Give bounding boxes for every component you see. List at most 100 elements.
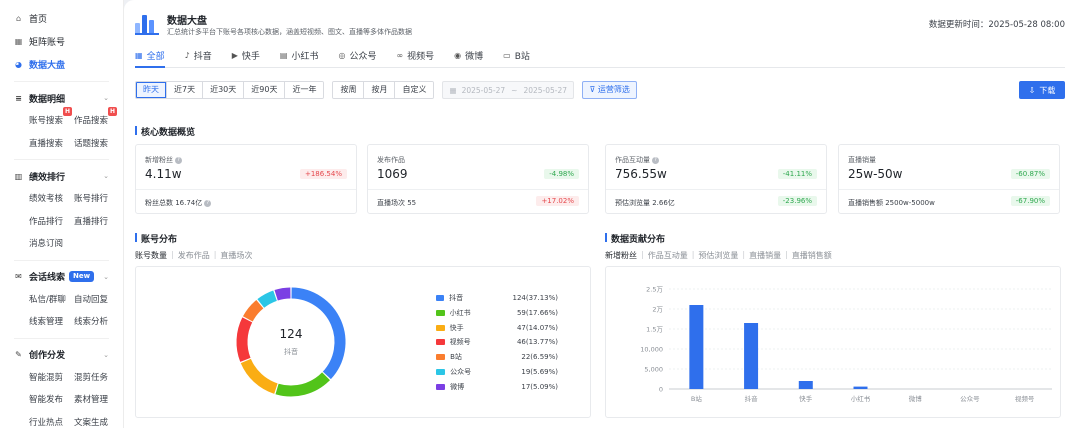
subtab-1[interactable]: 发布作品 bbox=[178, 250, 210, 261]
legend-name: B站 bbox=[450, 353, 462, 362]
filter-bar: 昨天 近7天 近30天 近90天 近一年 按周 按月 自定义 ▦ 2025-05-27 ~ … bbox=[135, 81, 1065, 99]
tab-4[interactable]: ◎ 公众号 bbox=[338, 44, 376, 67]
tab-1[interactable]: ♪ 抖音 bbox=[185, 44, 212, 67]
granularity-button-0[interactable]: 按周 bbox=[333, 82, 365, 98]
contrib-subtabs: 新增粉丝 | 作品互动量 | 预估浏览量 | 直播销量 | 直播销售额 bbox=[605, 250, 832, 261]
donut-slice-快手[interactable] bbox=[240, 358, 278, 394]
legend-item[interactable]: 微博 17(5.09%) bbox=[436, 382, 558, 392]
sidebar-item-1[interactable]: ▦ 矩阵账号 bbox=[0, 30, 123, 53]
sidebar-group-3[interactable]: ✎ 创作分发 ⌄ bbox=[0, 344, 123, 366]
tab-6[interactable]: ◉ 微博 bbox=[454, 44, 483, 67]
legend-value: 59(17.66%) bbox=[516, 308, 558, 317]
legend-item[interactable]: 抖音 124(37.13%) bbox=[436, 293, 558, 303]
sidebar-subitem[interactable]: 绩效考核 bbox=[29, 192, 74, 204]
subtab-3[interactable]: 直播销量 bbox=[749, 250, 781, 261]
subtab-2[interactable]: 直播场次 bbox=[220, 250, 252, 261]
bar-快手[interactable] bbox=[798, 381, 813, 389]
sidebar-group-0[interactable]: ≡ 数据明细 ⌄ bbox=[0, 87, 123, 109]
legend-item[interactable]: B站 22(6.59%) bbox=[436, 352, 558, 362]
range-button-3[interactable]: 近90天 bbox=[244, 82, 286, 98]
legend-name: 微博 bbox=[450, 382, 465, 391]
sidebar-divider bbox=[14, 259, 109, 261]
range-button-2[interactable]: 近30天 bbox=[203, 82, 245, 98]
sidebar-group-1[interactable]: ▥ 绩效排行 ⌄ bbox=[0, 165, 123, 187]
sidebar-subitem-label: 绩效考核 bbox=[29, 194, 64, 205]
range-button-0[interactable]: 昨天 bbox=[136, 82, 167, 98]
sidebar-subitem[interactable]: 话题搜索 bbox=[74, 137, 119, 149]
subtab-4[interactable]: 直播销售额 bbox=[792, 250, 832, 261]
subtab-2[interactable]: 预估浏览量 bbox=[698, 250, 738, 261]
donut-slice-B站[interactable] bbox=[242, 299, 264, 322]
metric-card: 发布作品 1069 -4.98% 直播场次 55 +17.02% bbox=[367, 144, 589, 214]
sidebar-subitem[interactable]: 直播搜索 bbox=[29, 137, 74, 149]
sidebar-item-2[interactable]: ◕ 数据大盘 bbox=[0, 53, 123, 76]
legend-item[interactable]: 视频号 46(13.77%) bbox=[436, 337, 558, 347]
metric-value: 756.55w bbox=[615, 167, 667, 181]
legend-item[interactable]: 小红书 59(17.66%) bbox=[436, 308, 558, 318]
sidebar-subitem[interactable]: 作品搜索 H bbox=[74, 107, 119, 126]
legend-swatch bbox=[436, 354, 446, 361]
sidebar-subitem[interactable]: 素材管理 bbox=[74, 393, 119, 405]
help-icon[interactable]: ? bbox=[652, 156, 659, 164]
sidebar-subitem[interactable]: 线索分析 bbox=[74, 315, 119, 327]
subtab-0[interactable]: 新增粉丝 bbox=[605, 250, 637, 261]
tab-0[interactable]: ▦ 全部 bbox=[135, 44, 165, 68]
x-tick-label: B站 bbox=[691, 394, 702, 403]
new-badge: New bbox=[69, 271, 95, 282]
tab-2[interactable]: ▶ 快手 bbox=[232, 44, 260, 67]
tab-7[interactable]: ▭ B站 bbox=[503, 44, 530, 67]
sidebar-subitem[interactable]: 账号搜索 H bbox=[29, 107, 74, 126]
subtab-separator: | bbox=[171, 250, 174, 259]
subtab-0[interactable]: 账号数量 bbox=[135, 250, 167, 261]
sidebar-subitem[interactable]: 私信/群聊 bbox=[29, 293, 74, 305]
sidebar-subitem[interactable]: 作品排行 bbox=[29, 215, 74, 227]
download-button[interactable]: ⇩ 下载 bbox=[1019, 81, 1065, 99]
sidebar-subitem[interactable]: 文案生成 bbox=[74, 416, 119, 428]
bar-抖音[interactable] bbox=[744, 323, 759, 389]
xiaohongshu-icon: ▤ bbox=[279, 51, 288, 60]
sidebar-group-2[interactable]: ✉ 会话线索 New ⌄ bbox=[0, 266, 123, 288]
calendar-icon: ▦ bbox=[449, 85, 457, 95]
metric-card: 直播销量 25w-50w -60.87% 直播销售额 2500w-5000w -67.9… bbox=[838, 144, 1060, 214]
legend-swatch bbox=[436, 295, 445, 301]
range-button-4[interactable]: 近一年 bbox=[285, 82, 324, 98]
help-icon[interactable]: ? bbox=[175, 156, 182, 164]
legend-value: 46(13.77%) bbox=[516, 338, 558, 347]
subtab-1[interactable]: 作品互动量 bbox=[648, 250, 688, 261]
y-tick-label: 2.5万 bbox=[646, 286, 663, 294]
legend-item[interactable]: 快手 47(14.07%) bbox=[436, 323, 558, 333]
donut-slice-微博[interactable] bbox=[274, 287, 291, 301]
ops-filter-button[interactable]: ⊽ 运营筛选 bbox=[582, 81, 637, 99]
date-end: 2025-05-27 bbox=[523, 85, 568, 95]
sidebar-subitem[interactable]: 消息订阅 bbox=[29, 237, 74, 249]
bar-小红书[interactable] bbox=[853, 386, 868, 389]
sidebar-subitem[interactable]: 线索管理 bbox=[29, 315, 74, 327]
metric-label-text: 直播销量 bbox=[848, 156, 876, 164]
donut-slice-小红书[interactable] bbox=[275, 372, 330, 397]
sidebar-subitem[interactable]: 账号排行 bbox=[74, 192, 119, 204]
date-range-picker[interactable]: ▦ 2025-05-27 ~ 2025-05-27 bbox=[442, 81, 575, 99]
bar-B站[interactable] bbox=[689, 305, 704, 389]
sidebar-subitem[interactable]: 智能发布 bbox=[29, 393, 74, 405]
metric-label-text: 新增粉丝 bbox=[145, 156, 173, 164]
sidebar-subitem[interactable]: 直播排行 bbox=[74, 215, 119, 227]
legend-value: 124(37.13%) bbox=[512, 294, 558, 302]
metric-card: 新增粉丝? 4.11w +186.54% 粉丝总数 16.74亿? bbox=[135, 144, 357, 214]
granularity-button-1[interactable]: 按月 bbox=[364, 82, 396, 98]
help-icon[interactable]: ? bbox=[204, 199, 212, 207]
y-tick-label: 0 bbox=[659, 386, 663, 394]
sidebar-subitem[interactable]: 智能混剪 bbox=[29, 371, 74, 383]
tab-5[interactable]: ∞ 视频号 bbox=[396, 44, 434, 67]
x-tick-label: 微博 bbox=[909, 394, 923, 403]
range-button-1[interactable]: 近7天 bbox=[167, 82, 204, 98]
legend-item[interactable]: 公众号 19(5.69%) bbox=[436, 367, 558, 377]
sidebar-subitem[interactable]: 自动回复 bbox=[74, 293, 119, 305]
legend-swatch bbox=[436, 369, 446, 375]
granularity-button-2[interactable]: 自定义 bbox=[395, 82, 434, 98]
tab-3[interactable]: ▤ 小红书 bbox=[280, 44, 319, 67]
sidebar-subitem[interactable]: 行业热点 bbox=[29, 416, 74, 428]
date-separator: ~ bbox=[511, 85, 518, 95]
sidebar-item-0[interactable]: ⌂ 首页 bbox=[0, 7, 123, 30]
donut-slice-公众号[interactable] bbox=[257, 290, 278, 308]
sidebar-subitem[interactable]: 混剪任务 bbox=[74, 371, 119, 383]
